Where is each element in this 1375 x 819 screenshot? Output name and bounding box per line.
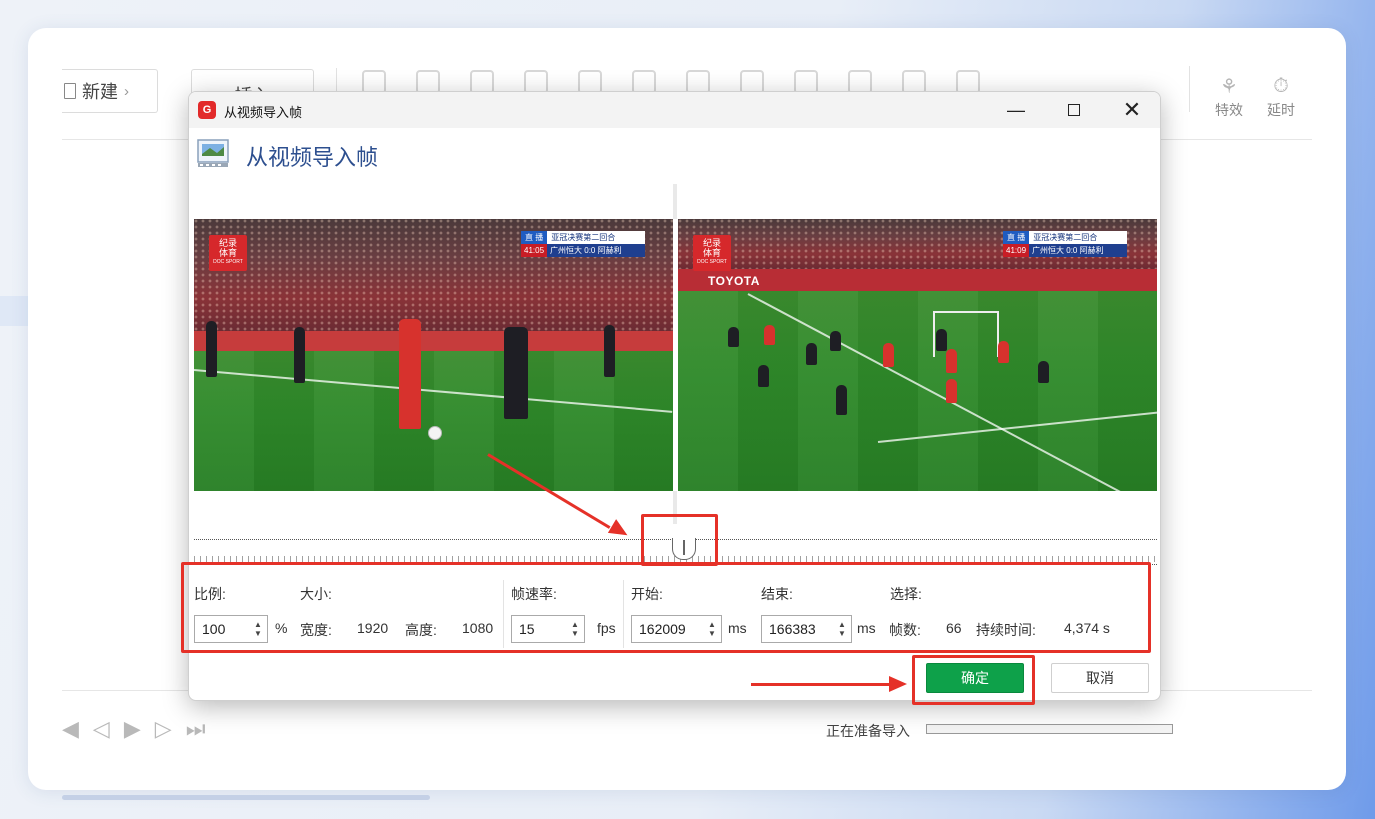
dialog-header-title: 从视频导入帧 <box>246 145 379 170</box>
score-overlay: 直 播 亚冠决赛第二回合 41:05 广州恒大 0:0 阿赫利 <box>521 231 645 257</box>
horizontal-scrollbar[interactable] <box>62 795 430 800</box>
previous-icon[interactable]: ◀ <box>62 715 79 743</box>
delay-label: 延时 <box>1267 102 1295 118</box>
toolbar-divider <box>1189 66 1190 112</box>
score-overlay: 直 播 亚冠决赛第二回合 41:09 广州恒大 0:0 阿赫利 <box>1003 231 1127 257</box>
match-score: 广州恒大 0:0 阿赫利 <box>1029 244 1127 257</box>
player-black <box>806 343 817 365</box>
live-tag: 直 播 <box>521 231 548 244</box>
channel-logo-text: 纪录 体育 <box>218 238 237 258</box>
channel-logo-subtext: DOC SPORT <box>213 259 243 265</box>
step-back-icon[interactable]: ◁ <box>93 715 110 743</box>
match-clock: 41:09 <box>1003 244 1030 257</box>
delay-button[interactable]: ⏱ 延时 <box>1261 72 1301 120</box>
timer-icon: ⏱ <box>1273 74 1289 97</box>
end-frame-thumbnail: TOYOTA 纪录 体育 DOC SPORT 直 播 亚冠决赛第二回合 41:0… <box>678 219 1157 491</box>
new-button[interactable]: 新建 › <box>62 69 158 113</box>
dialog-titlebar: G 从视频导入帧 — ✕ <box>189 92 1160 128</box>
dialog-window-title: 从视频导入帧 <box>224 105 303 120</box>
advertising-board <box>194 331 673 351</box>
maximize-button[interactable] <box>1052 96 1096 124</box>
player-black <box>830 331 841 351</box>
match-title: 亚冠决赛第二回合 <box>1029 231 1127 244</box>
close-icon: ✕ <box>1122 97 1142 122</box>
channel-logo-subtext: DOC SPORT <box>697 259 727 265</box>
match-clock: 41:05 <box>521 244 548 257</box>
live-tag: 直 播 <box>1003 231 1030 244</box>
close-button[interactable]: ✕ <box>1110 96 1154 124</box>
player-black <box>294 327 305 383</box>
preparing-import-label: 正在准备导入 <box>826 723 910 739</box>
channel-logo-text: 纪录 体育 <box>702 238 721 258</box>
annotation-arrow <box>751 683 891 686</box>
channel-logo: 纪录 体育 DOC SPORT <box>693 235 731 271</box>
player-red <box>764 325 775 345</box>
match-title: 亚冠决赛第二回合 <box>547 231 645 244</box>
background-accent <box>0 296 28 326</box>
player-black <box>758 365 769 387</box>
player-black <box>728 327 739 347</box>
step-forward-icon[interactable]: ▷ <box>155 715 172 743</box>
channel-logo: 纪录 体育 DOC SPORT <box>209 235 247 271</box>
football-pitch <box>194 351 673 491</box>
player-red <box>399 319 421 429</box>
transport-controls: ◀ ◁ ▶ ▷ ⏭ <box>62 715 206 743</box>
annotation-box-handle <box>641 514 718 566</box>
player-red <box>883 343 894 367</box>
app-logo-icon: G <box>198 101 216 119</box>
start-frame-thumbnail: 纪录 体育 DOC SPORT 直 播 亚冠决赛第二回合 41:05 广州恒大 … <box>194 219 673 491</box>
play-icon[interactable]: ▶ <box>124 715 141 743</box>
player-black <box>1038 361 1049 383</box>
cancel-button[interactable]: 取消 <box>1051 663 1149 693</box>
minimize-icon: — <box>1007 99 1025 120</box>
import-progress-bar <box>926 724 1173 734</box>
skip-end-icon[interactable]: ⏭ <box>186 715 206 743</box>
player-black <box>604 325 615 377</box>
annotation-arrow-head <box>889 676 907 692</box>
annotation-box-ok <box>912 655 1035 705</box>
annotation-box-params <box>181 562 1151 653</box>
player-red <box>946 379 957 403</box>
maximize-icon <box>1068 104 1080 116</box>
player-black <box>936 329 947 351</box>
match-score: 广州恒大 0:0 阿赫利 <box>547 244 645 257</box>
player-red <box>946 349 957 373</box>
minimize-button[interactable]: — <box>994 96 1038 124</box>
document-icon <box>64 83 76 99</box>
new-button-label: 新建 <box>82 82 118 102</box>
football-pitch <box>678 291 1157 491</box>
player-black <box>206 321 217 377</box>
chevron-right-icon: › <box>124 82 129 100</box>
video-preview-area: 纪录 体育 DOC SPORT 直 播 亚冠决赛第二回合 41:05 广州恒大 … <box>194 219 1157 491</box>
player-black <box>504 327 528 419</box>
player-black <box>836 385 847 415</box>
ad-board-text: TOYOTA <box>708 274 760 288</box>
effects-label: 特效 <box>1215 102 1243 118</box>
player-red <box>998 341 1009 363</box>
film-frame-icon <box>197 139 229 167</box>
effects-button[interactable]: ⚘ 特效 <box>1209 72 1249 120</box>
football <box>428 426 442 440</box>
effects-icon: ⚘ <box>1220 75 1238 98</box>
